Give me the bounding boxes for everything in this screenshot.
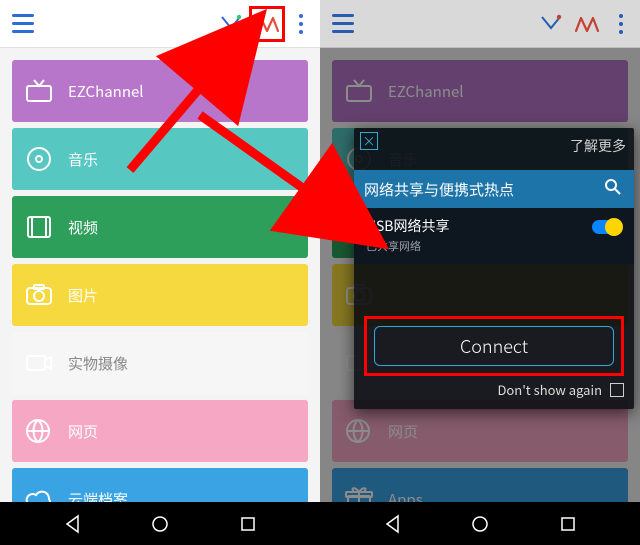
tile-ezchannel[interactable]: EZChannel: [12, 60, 308, 122]
usb-tethering-toggle[interactable]: [592, 220, 622, 234]
nav-home[interactable]: [145, 509, 175, 539]
screen-left: EZChannel 音乐 视频 图片: [0, 0, 320, 545]
cloud-icon: [24, 488, 68, 502]
music-icon: [24, 145, 68, 173]
dim-overlay-top: [320, 0, 640, 48]
usb-tethering-sub: 已共享网络: [366, 238, 592, 254]
camera-icon: [24, 352, 68, 374]
content-list: EZChannel 音乐 视频 图片: [0, 48, 320, 502]
tile-label: 网页: [68, 421, 98, 442]
dont-show-row[interactable]: Don't show again: [354, 380, 624, 399]
tile-label: 音乐: [68, 149, 98, 170]
tile-web[interactable]: 网页: [12, 400, 308, 462]
connect-dialog: × 了解更多 网络共享与便携式热点 USB网络共享 已共享网络 Connect: [354, 128, 634, 409]
nav-back[interactable]: [58, 509, 88, 539]
tethering-search-row[interactable]: 网络共享与便携式热点: [354, 170, 634, 208]
menu-icon[interactable]: [6, 7, 40, 41]
web-icon: [24, 417, 68, 445]
usb-tethering-title: USB网络共享: [366, 216, 592, 236]
learn-more-link[interactable]: 了解更多: [570, 136, 626, 156]
video-icon: [24, 214, 68, 240]
v-icon[interactable]: [216, 9, 246, 39]
tv-icon: [24, 78, 68, 104]
tethering-label: 网络共享与便携式热点: [364, 179, 604, 200]
tile-label: 图片: [68, 285, 98, 306]
connect-label: Connect: [460, 333, 528, 359]
tile-label: 实物摄像: [68, 353, 128, 374]
tile-label: EZChannel: [68, 81, 144, 102]
photo-icon: [24, 283, 68, 307]
tile-music[interactable]: 音乐: [12, 128, 308, 190]
search-icon: [604, 178, 624, 201]
more-icon[interactable]: [288, 9, 314, 39]
tile-live-camera[interactable]: 实物摄像: [12, 332, 308, 394]
dont-show-label: Don't show again: [497, 380, 602, 399]
w-icon[interactable]: [252, 9, 282, 39]
nav-recent[interactable]: [233, 509, 263, 539]
screen-right: EZChannel 音乐: [320, 0, 640, 545]
tile-label: 视频: [68, 217, 98, 238]
android-navbar: [320, 502, 640, 545]
tile-cloud[interactable]: 云端档案: [12, 468, 308, 502]
nav-recent[interactable]: [553, 509, 583, 539]
android-navbar: [0, 502, 320, 545]
topbar: [0, 0, 320, 48]
usb-tethering-row[interactable]: USB网络共享 已共享网络: [354, 208, 634, 264]
close-icon[interactable]: ×: [360, 132, 378, 150]
connect-button[interactable]: Connect: [374, 326, 614, 366]
tile-photo[interactable]: 图片: [12, 264, 308, 326]
nav-home[interactable]: [465, 509, 495, 539]
dont-show-checkbox[interactable]: [610, 383, 624, 397]
nav-back[interactable]: [378, 509, 408, 539]
tile-label: 云端档案: [68, 489, 128, 503]
tile-video[interactable]: 视频: [12, 196, 308, 258]
